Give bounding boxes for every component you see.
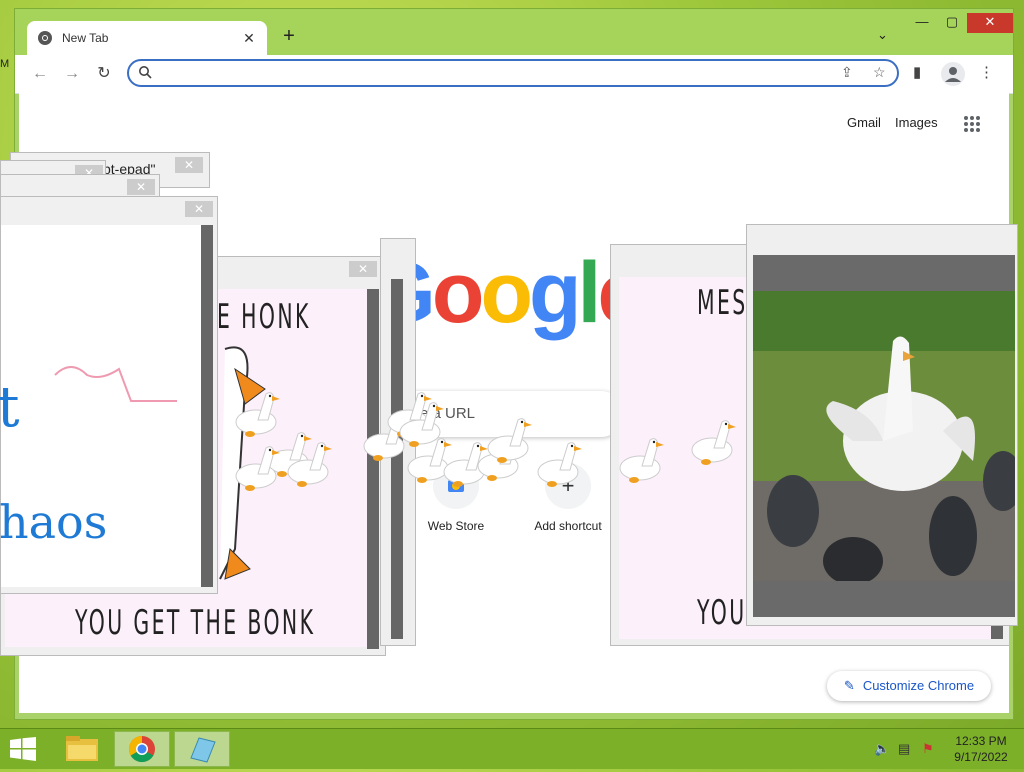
meme-bottom-text: YOU GET THE BONK: [75, 603, 316, 643]
close-icon[interactable]: ✕: [175, 157, 203, 173]
menu-icon[interactable]: ⋮: [979, 63, 994, 81]
clock-date: 9/17/2022: [954, 750, 1008, 764]
drawing-word: haos: [0, 495, 108, 549]
system-clock[interactable]: 12:33 PM 9/17/2022: [944, 733, 1018, 765]
customize-chrome-button[interactable]: ✎ Customize Chrome: [827, 671, 991, 701]
browser-toolbar: ← → ↻ ⇪ ☆ ▮ ⋮: [15, 55, 1013, 94]
close-icon[interactable]: ✕: [349, 261, 377, 277]
reload-button[interactable]: ↻: [93, 63, 115, 85]
maximize-button[interactable]: ▢: [943, 13, 961, 33]
goose-icon: [530, 436, 586, 497]
clock-time: 12:33 PM: [955, 734, 1007, 748]
video-frame: [753, 255, 1015, 617]
windows-start-icon[interactable]: [10, 737, 36, 761]
goose-icon: [684, 414, 740, 475]
forward-button[interactable]: →: [61, 63, 83, 85]
minimize-button[interactable]: —: [913, 13, 931, 33]
tab-new-tab[interactable]: New Tab ✕: [27, 21, 267, 55]
close-icon[interactable]: ✕: [185, 201, 213, 217]
apps-grid-icon[interactable]: [963, 115, 981, 133]
logo-letter: o: [480, 245, 533, 341]
scrollbar[interactable]: [201, 225, 213, 587]
share-icon[interactable]: ⇪: [841, 64, 853, 81]
tab-search-button[interactable]: ⌄: [877, 27, 888, 43]
shortcut-label: Web Store: [427, 519, 485, 533]
taskbar: 🔈 ▤ ⚑ 12:33 PM 9/17/2022: [0, 728, 1024, 769]
goose-icon: [612, 432, 668, 493]
new-tab-button[interactable]: +: [279, 25, 299, 47]
customize-label: Customize Chrome: [862, 678, 975, 693]
gmail-link[interactable]: Gmail: [847, 115, 881, 130]
goose-video-image: [753, 291, 1015, 581]
close-window-button[interactable]: ✕: [967, 13, 1013, 33]
side-panel-icon[interactable]: ▮: [913, 63, 921, 81]
tab-close-icon[interactable]: ✕: [241, 30, 257, 47]
goose-icon: [480, 412, 536, 473]
desktop-icon-label: M: [0, 58, 10, 70]
close-icon[interactable]: ✕: [127, 179, 155, 195]
drawing-canvas[interactable]: t haos: [0, 225, 201, 587]
logo-letter: l: [577, 245, 602, 341]
goose-icon: [228, 440, 284, 501]
drawing-word: t: [0, 375, 20, 440]
goose-video-window[interactable]: [746, 224, 1018, 626]
logo-letter: o: [431, 245, 485, 341]
back-button[interactable]: ←: [29, 63, 51, 85]
network-icon[interactable]: ▤: [898, 741, 910, 757]
file-explorer-icon[interactable]: [54, 731, 110, 767]
chrome-icon: [37, 30, 53, 46]
chrome-taskbar-icon[interactable]: [114, 731, 170, 767]
action-center-flag-icon[interactable]: ⚑: [922, 741, 934, 757]
bookmark-star-icon[interactable]: ☆: [873, 64, 886, 81]
profile-avatar[interactable]: [941, 62, 965, 86]
address-bar[interactable]: ⇪ ☆: [127, 59, 899, 87]
pencil-icon: ✎: [843, 678, 855, 693]
images-link[interactable]: Images: [895, 115, 938, 130]
title-bar: New Tab ✕ + ⌄ — ▢ ✕: [15, 9, 1013, 55]
goose-icon: [280, 436, 336, 497]
logo-letter: g: [529, 245, 582, 341]
address-input[interactable]: [163, 64, 807, 84]
app-icon[interactable]: [174, 731, 230, 767]
search-icon: [138, 65, 152, 84]
tab-title: New Tab: [62, 31, 109, 45]
drawing-window[interactable]: ✕ t haos: [0, 196, 218, 594]
volume-muted-icon[interactable]: 🔈: [874, 741, 890, 757]
shortcut-label: Add shortcut: [534, 519, 602, 533]
